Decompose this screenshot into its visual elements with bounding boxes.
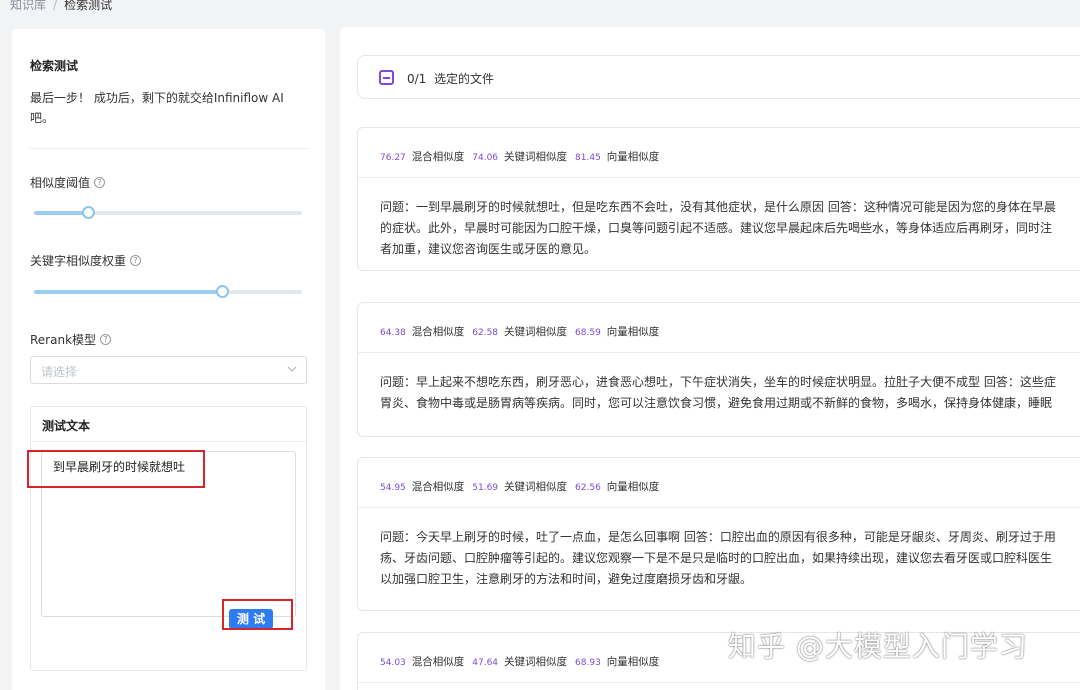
similarity-scores: 64.38 混合相似度 62.58 关键词相似度 68.59 向量相似度 <box>380 324 667 339</box>
keyword-score: 62.58 <box>472 328 499 338</box>
slider-thumb[interactable] <box>82 206 95 219</box>
selected-files-text: 0/1 选定的文件 <box>407 70 494 87</box>
results-panel: 0/1 选定的文件 76.27 混合相似度 74.06 关键词相似度 81.45… <box>340 27 1080 690</box>
rerank-model-select[interactable]: 请选择 <box>30 356 307 384</box>
keyword-label: 关键词相似度 <box>504 326 568 338</box>
breadcrumb-current: 检索测试 <box>64 0 113 12</box>
content-line: 问题：一到早晨刷牙的时候就想吐，但是吃东西不会吐，没有其他症状，是什么原因 回答… <box>380 200 1056 214</box>
hybrid-label: 混合相似度 <box>411 481 465 493</box>
content-line: 问题：早上起来不想吃东西，刷牙恶心，进食恶心想吐，下午症状消失，坐车的时候症状明… <box>380 375 1056 389</box>
breadcrumb: 知识库 / 检索测试 <box>10 0 112 13</box>
test-text-card: 测试文本 到早晨刷牙的时候就想吐 <box>30 406 307 671</box>
rerank-model-label: Rerank模型 ? <box>30 331 112 348</box>
result-card[interactable]: 64.38 混合相似度 62.58 关键词相似度 68.59 向量相似度 问题：… <box>357 302 1080 437</box>
keyword-score: 74.06 <box>472 153 499 163</box>
similarity-threshold-label: 相似度阈值 ? <box>30 174 106 191</box>
panel-description-line1: 最后一步！ 成功后，剩下的就交给Infiniflow AI <box>30 91 284 105</box>
question-circle-icon[interactable]: ? <box>130 255 142 266</box>
keyword-weight-slider[interactable] <box>34 285 302 298</box>
slider-thumb[interactable] <box>216 285 229 298</box>
slider-fill <box>34 290 222 294</box>
vector-label: 向量相似度 <box>606 151 660 163</box>
similarity-scores: 76.27 混合相似度 74.06 关键词相似度 81.45 向量相似度 <box>380 149 667 164</box>
hybrid-score: 54.95 <box>380 483 406 493</box>
hybrid-score: 54.03 <box>380 658 406 668</box>
content-line: 问题：今天早上刷牙的时候，吐了一点血，是怎么回事啊 回答：口腔出血的原因有很多种… <box>380 530 1056 544</box>
chunk-content: 问题：一到早晨刷牙的时候就想吐，但是吃东西不会吐，没有其他症状，是什么原因 回答… <box>380 197 1080 260</box>
content-line: 胃炎、食物中毒或是肠胃病等疾病。同时，您可以注意饮食习惯，避免食用过期或不新鲜的… <box>380 396 1053 410</box>
selected-files-label: 选定的文件 <box>433 72 494 86</box>
vector-label: 向量相似度 <box>606 481 660 493</box>
keyword-weight-text: 关键字相似度权重 <box>30 254 127 268</box>
content-line: 者加重，建议您咨询医生或牙医的意见。 <box>380 242 597 256</box>
card-divider <box>358 507 1080 508</box>
rerank-model-text: Rerank模型 <box>30 333 97 347</box>
vector-score: 68.93 <box>575 658 601 668</box>
content-line: 以加强口腔卫生，注意刷牙的方法和时间，避免过度磨损牙齿和牙龈。 <box>380 572 753 586</box>
card-divider <box>358 352 1080 353</box>
keyword-score: 51.69 <box>472 483 499 493</box>
content-line: 的症状。此外，早晨时可能因为口腔干燥，口臭等问题引起不适感。建议您早晨起床后先喝… <box>380 221 1053 235</box>
similarity-threshold-slider[interactable] <box>34 206 302 219</box>
test-button[interactable]: 测 试 <box>229 609 273 629</box>
panel-title: 检索测试 <box>30 59 79 73</box>
retrieval-settings-panel: 检索测试 最后一步！ 成功后，剩下的就交给Infiniflow AI 吧。 相似… <box>12 29 325 690</box>
hybrid-label: 混合相似度 <box>411 151 465 163</box>
breadcrumb-root[interactable]: 知识库 <box>10 0 46 12</box>
hybrid-label: 混合相似度 <box>411 656 465 668</box>
question-circle-icon[interactable]: ? <box>100 334 112 345</box>
vector-score: 81.45 <box>575 153 601 163</box>
keyword-weight-label: 关键字相似度权重 ? <box>30 252 142 269</box>
hybrid-score: 64.38 <box>380 328 406 338</box>
test-text-title: 测试文本 <box>31 407 306 442</box>
panel-description-line2: 吧。 <box>30 111 55 125</box>
result-card[interactable]: 76.27 混合相似度 74.06 关键词相似度 81.45 向量相似度 问题：… <box>357 127 1080 271</box>
panel-description: 最后一步！ 成功后，剩下的就交给Infiniflow AI 吧。 <box>30 88 310 128</box>
keyword-label: 关键词相似度 <box>504 151 568 163</box>
keyword-label: 关键词相似度 <box>504 481 568 493</box>
chunk-content: 问题：早上起来不想吃东西，刷牙恶心，进食恶心想吐，下午症状消失，坐车的时候症状明… <box>380 372 1080 414</box>
card-divider <box>358 682 1080 683</box>
selected-files-bar[interactable]: 0/1 选定的文件 <box>357 55 1080 99</box>
similarity-threshold-text: 相似度阈值 <box>30 176 91 190</box>
keyword-label: 关键词相似度 <box>504 656 568 668</box>
keyword-score: 47.64 <box>472 658 499 668</box>
minus-square-icon[interactable] <box>379 70 394 85</box>
select-placeholder: 请选择 <box>41 365 78 379</box>
vector-label: 向量相似度 <box>606 656 660 668</box>
chunk-content: 问题：今天早上刷牙的时候，吐了一点血，是怎么回事啊 回答：口腔出血的原因有很多种… <box>380 527 1080 590</box>
result-card[interactable]: 54.95 混合相似度 51.69 关键词相似度 62.56 向量相似度 问题：… <box>357 457 1080 611</box>
similarity-scores: 54.95 混合相似度 51.69 关键词相似度 62.56 向量相似度 <box>380 479 667 494</box>
hybrid-score: 76.27 <box>380 153 406 163</box>
chevron-down-icon <box>287 366 297 372</box>
card-divider <box>358 177 1080 178</box>
question-circle-icon[interactable]: ? <box>94 177 106 188</box>
vector-score: 62.56 <box>575 483 601 493</box>
content-line: 疡、牙齿问题、口腔肿瘤等引起的。建议您观察一下是不是只是临时的口腔出血，如果持续… <box>380 551 1053 565</box>
slider-fill <box>34 211 88 215</box>
breadcrumb-separator: / <box>53 0 58 12</box>
hybrid-label: 混合相似度 <box>411 326 465 338</box>
vector-score: 68.59 <box>575 328 601 338</box>
selected-files-count: 0/1 <box>407 72 427 86</box>
test-text-input[interactable]: 到早晨刷牙的时候就想吐 <box>41 451 296 617</box>
vector-label: 向量相似度 <box>606 326 660 338</box>
watermark: 知乎 @大模型入门学习 <box>728 630 1028 663</box>
divider <box>30 148 308 149</box>
similarity-scores: 54.03 混合相似度 47.64 关键词相似度 68.93 向量相似度 <box>380 654 667 669</box>
